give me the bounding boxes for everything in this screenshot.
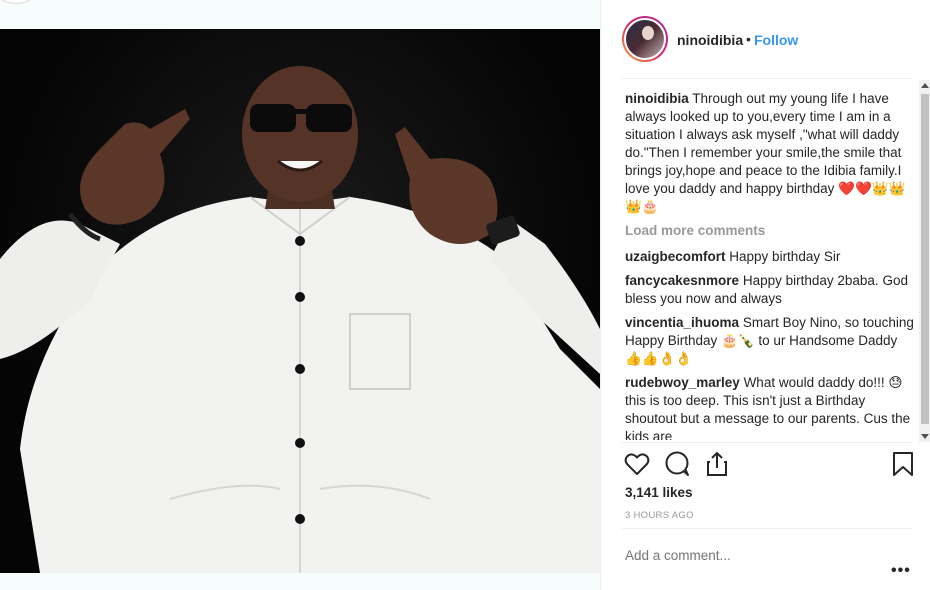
heart-outline-icon[interactable]: [623, 450, 651, 478]
post-sidebar: ninoidibia • Follow ninoidibia Through o…: [600, 0, 930, 590]
speech-bubble-icon[interactable]: [663, 450, 691, 478]
comment-item: rudebwoy_marley What would daddy do!!! 😓…: [625, 374, 915, 440]
avatar[interactable]: [624, 18, 666, 60]
load-more-comments-button[interactable]: Load more comments: [625, 222, 915, 240]
divider: [622, 528, 912, 529]
bookmark-icon[interactable]: [889, 450, 917, 478]
scroll-up-icon[interactable]: [921, 83, 929, 88]
post-header: ninoidibia • Follow: [601, 0, 930, 78]
photo-illustration: [0, 66, 600, 573]
comments-list[interactable]: ninoidibia Through out my young life I h…: [625, 90, 915, 440]
instagram-post-view: ninoidibia • Follow ninoidibia Through o…: [0, 0, 930, 590]
comment-item: fancycakesnmore Happy birthday 2baba. Go…: [625, 272, 915, 308]
add-comment-input[interactable]: [625, 548, 865, 563]
more-options-icon[interactable]: •••: [891, 562, 911, 580]
divider: [622, 78, 912, 79]
comment-item: vincentia_ihuoma Smart Boy Nino, so touc…: [625, 314, 915, 368]
caption-text: Through out my young life I have always …: [625, 91, 906, 214]
scrollbar-thumb[interactable]: [921, 94, 929, 424]
share-arrow-icon[interactable]: [703, 450, 731, 478]
likes-count[interactable]: 3,141 likes: [625, 485, 693, 500]
previous-post-thumb[interactable]: [0, 0, 38, 4]
photo-area: [0, 0, 607, 590]
divider: [622, 442, 912, 443]
comment-username[interactable]: rudebwoy_marley: [625, 375, 740, 390]
follow-button[interactable]: Follow: [754, 32, 798, 48]
comments-scrollbar[interactable]: [919, 80, 930, 442]
comment-username[interactable]: fancycakesnmore: [625, 273, 739, 288]
header-username[interactable]: ninoidibia: [677, 32, 743, 48]
post-photo[interactable]: [0, 29, 600, 573]
scroll-down-icon[interactable]: [921, 434, 929, 439]
action-bar: [623, 450, 915, 480]
caption-username[interactable]: ninoidibia: [625, 91, 689, 106]
comment-item: uzaigbecomfort Happy birthday Sir: [625, 248, 915, 266]
avatar-story-ring[interactable]: [622, 16, 668, 62]
comment-username[interactable]: vincentia_ihuoma: [625, 315, 739, 330]
comment-text: Happy birthday Sir: [729, 249, 841, 264]
caption: ninoidibia Through out my young life I h…: [625, 90, 915, 216]
post-timestamp[interactable]: 3 HOURS AGO: [625, 510, 694, 521]
comment-username[interactable]: uzaigbecomfort: [625, 249, 726, 264]
header-separator: •: [746, 31, 751, 47]
